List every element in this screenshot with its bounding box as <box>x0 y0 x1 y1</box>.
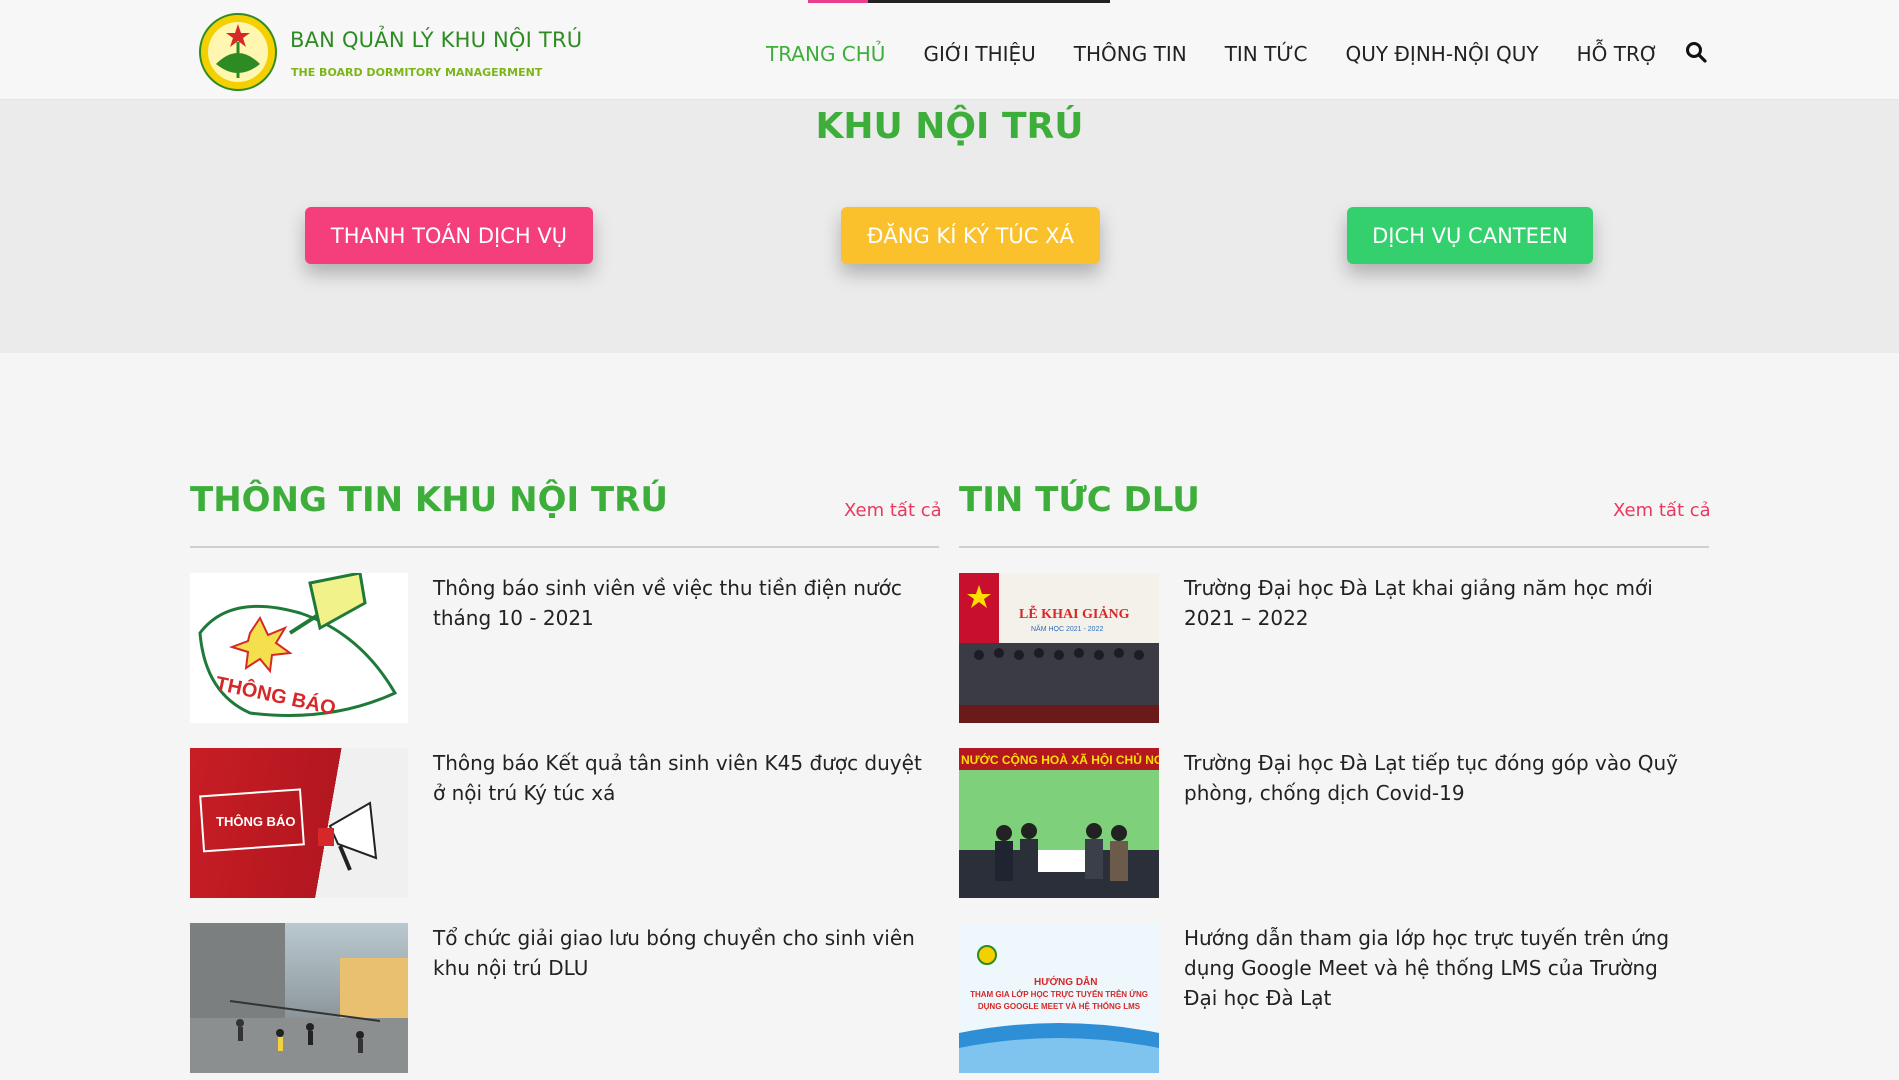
search-icon[interactable] <box>1685 41 1707 63</box>
thumbnail-volleyball[interactable] <box>190 923 408 1073</box>
nav-item-thong-tin[interactable]: THÔNG TIN <box>1074 42 1187 66</box>
divider-left <box>190 546 939 548</box>
hero-title: KHU NỘI TRÚ <box>815 106 1084 147</box>
hero-section: KHU NỘI TRÚ THANH TOÁN DỊCH VỤ ĐĂNG KÍ K… <box>0 100 1899 353</box>
section-title-right: TIN TỨC DLU <box>959 480 1200 520</box>
brand-title: BAN QUẢN LÝ KHU NỘI TRÚ <box>290 28 583 52</box>
nav-item-trang-chu[interactable]: TRANG CHỦ <box>766 42 885 66</box>
right-item-3-title[interactable]: Hướng dẫn tham gia lớp học trực tuyến tr… <box>1184 923 1684 1013</box>
thumbnail-opening-ceremony[interactable]: LỄ KHAI GIẢNG NĂM HỌC 2021 - 2022 <box>959 573 1159 723</box>
top-accent-bar <box>808 0 1110 3</box>
left-item-3-title[interactable]: Tổ chức giải giao lưu bóng chuyền cho si… <box>433 923 933 983</box>
thumb-6-sub: THAM GIA LỚP HỌC TRỰC TUYẾN TRÊN ỨNG DỤN… <box>970 990 1148 1011</box>
thumb-6-text: HƯỚNG DẪN <box>1034 975 1098 988</box>
canteen-service-button[interactable]: DỊCH VỤ CANTEEN <box>1347 207 1593 264</box>
university-logo[interactable] <box>198 12 278 92</box>
brand-subtitle: THE BOARD DORMITORY MANAGERMENT <box>291 66 543 79</box>
divider-right <box>959 546 1709 548</box>
thumb-2-text: THÔNG BÁO <box>216 814 295 829</box>
thumbnail-online-learning-guide[interactable]: HƯỚNG DẪN THAM GIA LỚP HỌC TRỰC TUYẾN TR… <box>959 923 1159 1073</box>
site-header: BAN QUẢN LÝ KHU NỘI TRÚ THE BOARD DORMIT… <box>0 0 1899 100</box>
left-item-2-title[interactable]: Thông báo Kết quả tân sinh viên K45 được… <box>433 748 933 808</box>
thumbnail-announcement-1[interactable]: THÔNG BÁO <box>190 573 408 723</box>
right-item-1-title[interactable]: Trường Đại học Đà Lạt khai giảng năm học… <box>1184 573 1684 633</box>
left-item-1-title[interactable]: Thông báo sinh viên về việc thu tiền điệ… <box>433 573 933 633</box>
thumbnail-announcement-2[interactable]: THÔNG BÁO <box>190 748 408 898</box>
thumb-5-text: NƯỚC CỘNG HOÀ XÃ HỘI CHỦ NG <box>961 752 1159 767</box>
section-title-left: THÔNG TIN KHU NỘI TRÚ <box>190 480 668 520</box>
see-all-link-right[interactable]: Xem tất cả <box>1613 500 1711 521</box>
nav-item-ho-tro[interactable]: HỖ TRỢ <box>1577 42 1659 66</box>
see-all-link-left[interactable]: Xem tất cả <box>844 500 942 521</box>
thumb-4-sub: NĂM HỌC 2021 - 2022 <box>1031 624 1103 633</box>
dorm-register-button[interactable]: ĐĂNG KÍ KÝ TÚC XÁ <box>841 207 1100 264</box>
pay-services-button[interactable]: THANH TOÁN DỊCH VỤ <box>305 207 593 264</box>
nav-item-tin-tuc[interactable]: TIN TỨC <box>1225 42 1308 66</box>
right-item-2-title[interactable]: Trường Đại học Đà Lạt tiếp tục đóng góp … <box>1184 748 1684 808</box>
thumb-4-text: LỄ KHAI GIẢNG <box>1019 604 1130 622</box>
thumbnail-covid-donation[interactable]: NƯỚC CỘNG HOÀ XÃ HỘI CHỦ NG <box>959 748 1159 898</box>
main-nav: TRANG CHỦ GIỚI THIỆU THÔNG TIN TIN TỨC Q… <box>766 40 1696 68</box>
nav-item-gioi-thieu[interactable]: GIỚI THIỆU <box>923 42 1035 66</box>
nav-item-quy-dinh[interactable]: QUY ĐỊNH-NỘI QUY <box>1345 42 1538 66</box>
